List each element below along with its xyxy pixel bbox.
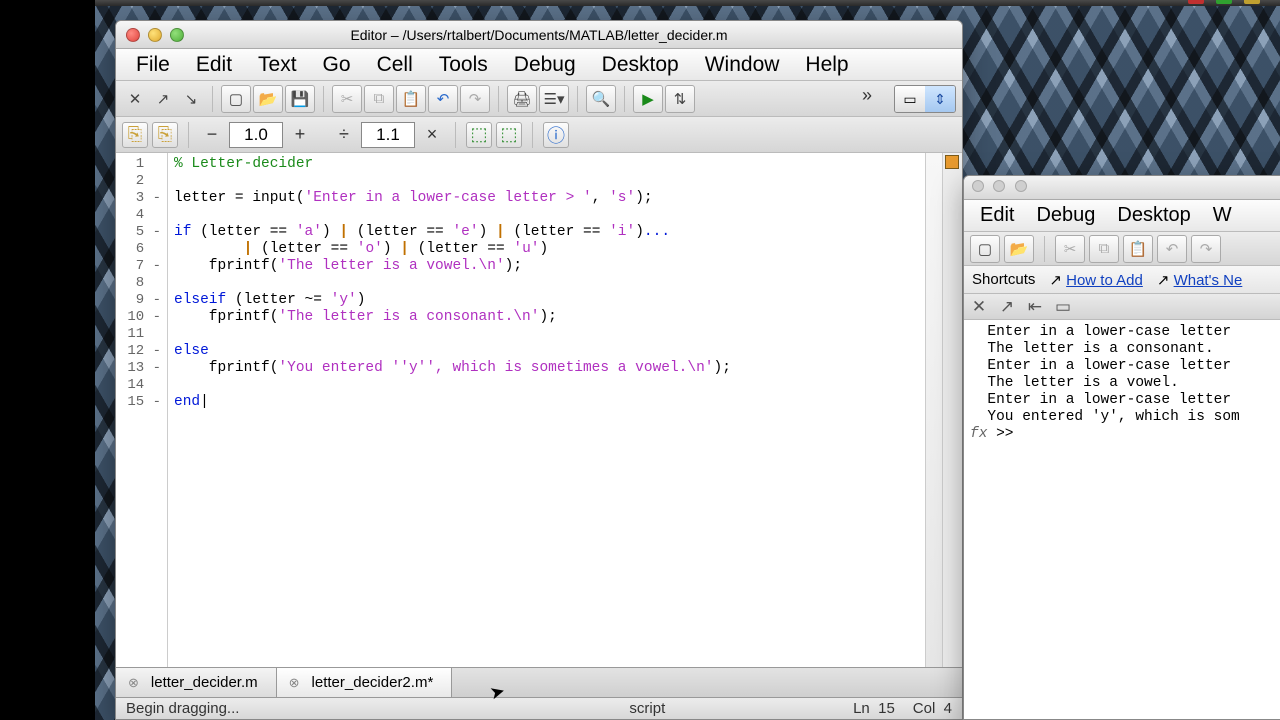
menu-desktop[interactable]: Desktop: [590, 51, 691, 79]
code-analyzer-strip[interactable]: [942, 153, 962, 667]
maximize-panel-icon[interactable]: ▭: [1054, 297, 1072, 317]
new-file-icon[interactable]: ▢: [221, 85, 251, 113]
file-tab[interactable]: ⊗ letter_decider2.m*: [277, 668, 453, 697]
vertical-scrollbar[interactable]: [925, 153, 942, 667]
menu-edit[interactable]: Edit: [970, 202, 1024, 229]
menu-go[interactable]: Go: [311, 51, 363, 79]
eval-cell-icon[interactable]: ⎘: [122, 122, 148, 148]
code-editor[interactable]: % Letter-deciderletter = input('Enter in…: [168, 153, 942, 667]
editor-toolbar: ✕ ↗ ↘ ▢ 📂 💾 ✂ ⧉ 📋 ↶ ↷ 🖨 ☰▾ 🔍 ▶ ⇅ » ▭ ⇕: [116, 81, 962, 117]
howto-link[interactable]: How to Add: [1066, 272, 1143, 289]
cut-icon[interactable]: ✂: [332, 85, 362, 113]
paste-icon[interactable]: 📋: [1123, 235, 1153, 263]
copy-icon[interactable]: ⧉: [364, 85, 394, 113]
file-tabs: ⊗ letter_decider.m ⊗ letter_decider2.m*: [116, 667, 962, 697]
dock-arrange-icon[interactable]: ⇕: [925, 86, 955, 112]
minimize-button[interactable]: [148, 28, 162, 42]
decrement-icon[interactable]: −: [199, 122, 225, 148]
menu-file[interactable]: File: [124, 51, 182, 79]
cmd-titlebar[interactable]: M: [964, 176, 1280, 200]
cmd-menubar: Edit Debug Desktop W: [964, 200, 1280, 232]
find-icon[interactable]: 🔍: [586, 85, 616, 113]
cell-toolbar: ⎘ ⎘ − 1.0 + ÷ 1.1 × ⬚ ⬚ ⓘ: [116, 117, 962, 153]
paste-icon[interactable]: 📋: [396, 85, 426, 113]
maximize-icon[interactable]: ▭: [895, 86, 925, 112]
minimize-button[interactable]: [993, 180, 1005, 192]
file-tab[interactable]: ⊗ letter_decider.m: [116, 668, 277, 697]
save-file-icon[interactable]: 💾: [285, 85, 315, 113]
col-label: Col 4: [913, 700, 952, 717]
new-file-icon[interactable]: ▢: [970, 235, 1000, 263]
step-field-2[interactable]: 1.1: [361, 122, 415, 148]
menu-window[interactable]: W: [1203, 202, 1242, 229]
menu-edit[interactable]: Edit: [184, 51, 244, 79]
overflow-icon[interactable]: »: [862, 85, 872, 106]
copy-icon[interactable]: ⧉: [1089, 235, 1119, 263]
menu-window[interactable]: Window: [693, 51, 792, 79]
insert-icon[interactable]: ☰▾: [539, 85, 569, 113]
command-window-header: ✕ ↗ ⇤ ▭ Comma: [964, 294, 1280, 320]
tab-label: letter_decider2.m*: [312, 674, 434, 691]
info-icon[interactable]: ⓘ: [543, 122, 569, 148]
step-field-1[interactable]: 1.0: [229, 122, 283, 148]
dock-icon[interactable]: ↘: [178, 85, 204, 113]
line-label: Ln 15: [853, 700, 895, 717]
eval-advance-icon[interactable]: ⎘: [152, 122, 178, 148]
undock-panel-icon[interactable]: ↗: [998, 297, 1016, 317]
menu-text[interactable]: Text: [246, 51, 309, 79]
print-icon[interactable]: 🖨: [507, 85, 537, 113]
redo-icon[interactable]: ↷: [1191, 235, 1221, 263]
divide-icon[interactable]: ÷: [331, 122, 357, 148]
cell-up-icon[interactable]: ⬚: [466, 122, 492, 148]
whatsnew-link[interactable]: What's Ne: [1174, 272, 1243, 289]
menu-debug[interactable]: Debug: [502, 51, 588, 79]
tab-close-icon[interactable]: ⊗: [128, 675, 139, 691]
tab-close-icon[interactable]: ⊗: [289, 675, 300, 691]
menu-cell[interactable]: Cell: [365, 51, 425, 79]
run-icon[interactable]: ▶: [633, 85, 663, 113]
open-file-icon[interactable]: 📂: [253, 85, 283, 113]
editor-titlebar[interactable]: Editor – /Users/rtalbert/Documents/MATLA…: [116, 21, 962, 49]
shortcuts-bar: Shortcuts ↗ How to Add ↗ What's Ne: [964, 266, 1280, 294]
matlab-main-window: M Edit Debug Desktop W ▢ 📂 ✂ ⧉ 📋 ↶ ↷ Sho…: [963, 175, 1280, 720]
analyzer-status-icon: [945, 155, 959, 169]
zoom-button[interactable]: [170, 28, 184, 42]
increment-icon[interactable]: +: [287, 122, 313, 148]
menu-debug[interactable]: Debug: [1026, 202, 1105, 229]
run-config-icon[interactable]: ⇅: [665, 85, 695, 113]
open-file-icon[interactable]: 📂: [1004, 235, 1034, 263]
close-doc-icon[interactable]: ✕: [122, 85, 148, 113]
close-panel-icon[interactable]: ✕: [970, 297, 988, 317]
redo-icon[interactable]: ↷: [460, 85, 490, 113]
menu-help[interactable]: Help: [793, 51, 860, 79]
line-gutter: 1 2 3 - 4 5 - 6 7 - 8 9 -10 -11 12 -13 -…: [116, 153, 168, 667]
cut-icon[interactable]: ✂: [1055, 235, 1085, 263]
undock-icon[interactable]: ↗: [150, 85, 176, 113]
cell-down-icon[interactable]: ⬚: [496, 122, 522, 148]
undo-icon[interactable]: ↶: [428, 85, 458, 113]
multiply-icon[interactable]: ×: [419, 122, 445, 148]
editor-menubar: File Edit Text Go Cell Tools Debug Deskt…: [116, 49, 962, 81]
zoom-button[interactable]: [1015, 180, 1027, 192]
window-title: Editor – /Users/rtalbert/Documents/MATLA…: [116, 27, 962, 43]
statusbar: Begin dragging... script Ln 15 Col 4: [116, 697, 962, 719]
command-window[interactable]: Enter in a lower-case letter The letter …: [964, 320, 1280, 719]
history-icon[interactable]: ⇤: [1026, 297, 1044, 317]
menu-tools[interactable]: Tools: [427, 51, 500, 79]
editor-window: Editor – /Users/rtalbert/Documents/MATLA…: [115, 20, 963, 720]
close-button[interactable]: [972, 180, 984, 192]
file-type: script: [629, 700, 665, 717]
menu-desktop[interactable]: Desktop: [1107, 202, 1200, 229]
undo-icon[interactable]: ↶: [1157, 235, 1187, 263]
status-message: Begin dragging...: [126, 700, 239, 717]
cmd-toolbar: ▢ 📂 ✂ ⧉ 📋 ↶ ↷: [964, 232, 1280, 266]
close-button[interactable]: [126, 28, 140, 42]
shortcuts-label: Shortcuts: [972, 271, 1035, 288]
code-area: 1 2 3 - 4 5 - 6 7 - 8 9 -10 -11 12 -13 -…: [116, 153, 962, 667]
tab-label: letter_decider.m: [151, 674, 258, 691]
